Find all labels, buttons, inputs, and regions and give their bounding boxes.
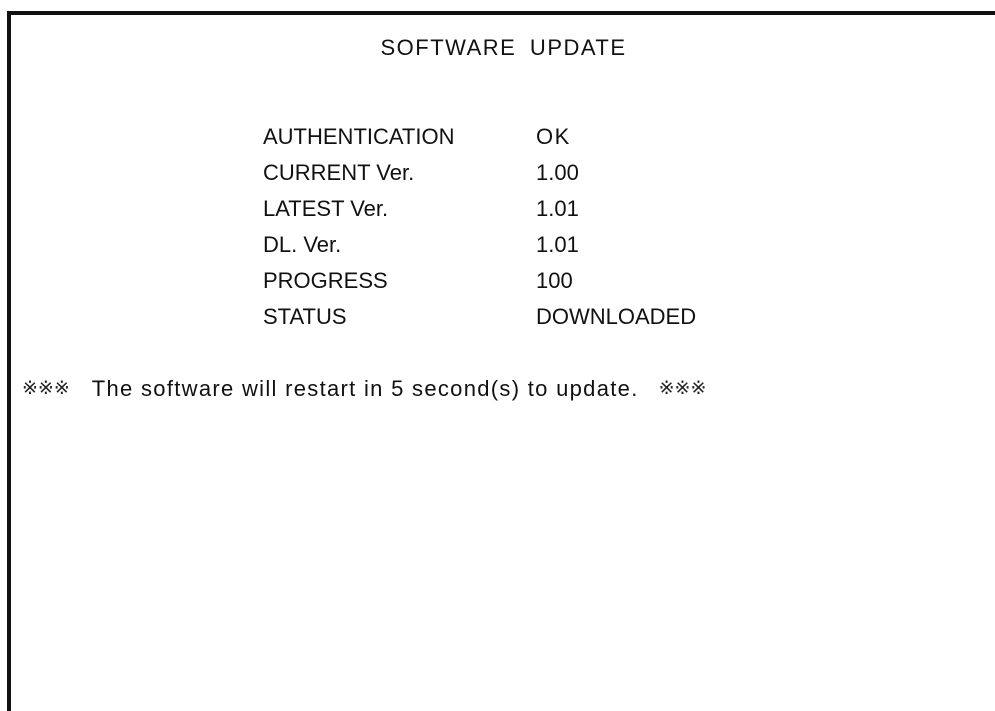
info-row-authentication: AUTHENTICATION OK: [263, 119, 696, 155]
progress-value: 100: [536, 268, 573, 293]
latest-version-value: 1.01: [536, 196, 579, 221]
download-version-label: DL. Ver.: [263, 232, 342, 257]
info-row-latest-version: LATEST Ver. 1.01: [263, 191, 696, 227]
download-version-value: 1.01: [536, 232, 579, 257]
page-title: SOFTWARE UPDATE: [380, 35, 627, 60]
info-row-download-version: DL. Ver. 1.01: [263, 227, 696, 263]
info-row-status: STATUS DOWNLOADED: [263, 299, 696, 335]
reference-mark-icon: ※※※: [658, 378, 707, 399]
reference-mark-icon: ※※※: [22, 378, 70, 399]
info-row-progress: PROGRESS 100: [263, 263, 696, 299]
authentication-value: OK: [536, 124, 571, 149]
status-label: STATUS: [263, 304, 347, 329]
update-info-table: AUTHENTICATION OK CURRENT Ver. 1.00 LATE…: [263, 119, 696, 335]
info-row-current-version: CURRENT Ver. 1.00: [263, 155, 696, 191]
status-value: DOWNLOADED: [536, 304, 697, 329]
current-version-value: 1.00: [536, 160, 579, 185]
restart-message: The software will restart in 5 second(s)…: [91, 376, 639, 401]
restart-notice: ※※※ The software will restart in 5 secon…: [22, 374, 995, 404]
screen-frame: [7, 11, 995, 711]
authentication-label: AUTHENTICATION: [263, 124, 455, 149]
latest-version-label: LATEST Ver.: [263, 196, 389, 221]
progress-label: PROGRESS: [263, 268, 388, 293]
current-version-label: CURRENT Ver.: [263, 160, 415, 185]
